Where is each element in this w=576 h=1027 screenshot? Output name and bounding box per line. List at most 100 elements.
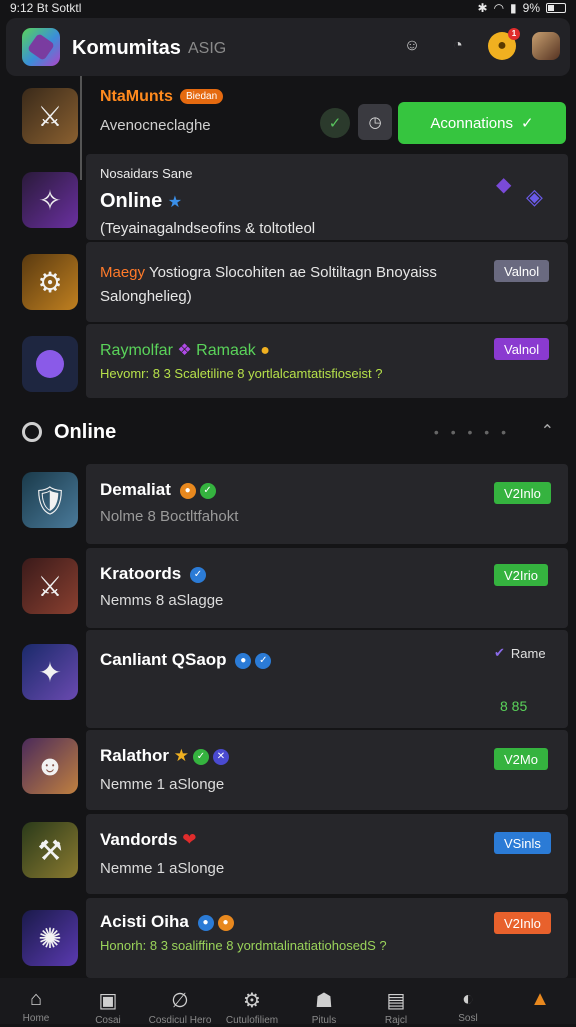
user-6-status: Honorh: 8 3 soaliffine 8 yordmtalinatiat… [100, 938, 387, 953]
item-2-desc-line2: Salonghelieg) [100, 288, 192, 305]
item-2-desc-line1: Maegy Yostiogra Slocohiten ae Soltiltagn… [100, 264, 437, 281]
table-row[interactable]: Ralathor ★ ✓ ✕ Nemme 1 aSlonge V2Mo [86, 730, 568, 810]
user-3-extra: 8 85 [500, 698, 528, 714]
nav-compass[interactable]: ◐ Sosl [432, 978, 504, 1025]
star-icon: ★ [167, 194, 183, 211]
nav-link[interactable]: ∅ Cosdicul Hero [144, 978, 216, 1027]
notification-icon[interactable]: ◔ [444, 32, 472, 60]
table-row[interactable]: Canliant QSaop ● ✓ ✔ Rame 8 85 [86, 630, 568, 728]
online-section-header: Online • • • • • ⌃ [20, 418, 560, 446]
user-2-avatar[interactable]: ⚔ [22, 558, 78, 614]
bottom-nav: ⌂ Home ▣ Cosai ∅ Cosdicul Hero ⚙ Cutulofilie… [0, 978, 576, 1027]
featured-subtitle: Avenocneclaghe [100, 117, 211, 134]
nav-gear[interactable]: ⚙ Cutulofiliem [216, 978, 288, 1027]
check-icon[interactable]: ✓ [320, 108, 350, 138]
user-6-pill[interactable]: V2Inlo [494, 912, 551, 934]
tv-icon: ▣ [98, 990, 118, 1012]
gem-icon: ◆ [496, 174, 512, 196]
list-item[interactable]: Nosaidars Sane Online ★ (Teyainagalndseo… [86, 154, 568, 240]
notif-badge: 1 [508, 28, 520, 40]
user-4-avatar[interactable]: ☻ [22, 738, 78, 794]
user-6-name: Acisti Oiha ● ● [100, 912, 234, 932]
user-4-pill[interactable]: V2Mo [494, 748, 548, 770]
featured-game-icon[interactable]: ⚔ [22, 88, 78, 144]
chevron-icon[interactable]: ⌃ [541, 421, 554, 441]
table-row[interactable]: Kratoords ✓ Nemms 8 aSlagge V2Irio [86, 548, 568, 628]
heart-icon: ❖ [177, 342, 192, 359]
user-5-pill[interactable]: VSinls [494, 832, 551, 854]
accept-button[interactable]: Aconnations ✓ [398, 102, 566, 144]
user-4-status: Nemme 1 aSlonge [100, 776, 225, 793]
featured-badge: Biedan [180, 89, 224, 104]
search-icon [22, 422, 42, 442]
table-row[interactable]: Demaliat ● ✓ Nolme 8 Boctltfahokt V2Inlo [86, 464, 568, 544]
status-icons: ✱ ◠ ▮ 9% [477, 0, 566, 16]
link-icon: ∅ [171, 990, 189, 1012]
user-2-name: Kratoords ✓ [100, 564, 206, 584]
status-bar: 9:12 Bt Sotktl ✱ ◠ ▮ 9% [0, 0, 576, 16]
bluetooth-icon: ✱ [477, 1, 488, 15]
item-2-pill[interactable]: Valnol [494, 260, 550, 282]
triangle-icon: ▲ [530, 988, 550, 1010]
accept-button-label: Aconnations [430, 114, 513, 132]
timer-icon[interactable]: ◷ [358, 104, 392, 140]
battery-text: 9% [522, 1, 540, 15]
featured-title: NtaMunts [100, 88, 173, 105]
nav-home[interactable]: ⌂ Home [0, 978, 72, 1025]
more-dots[interactable]: • • • • • [434, 424, 510, 440]
gear-icon: ⚙ [243, 990, 261, 1012]
user-3-pill[interactable]: ✔ Rame [484, 642, 556, 664]
item-1-title: Online ★ [100, 190, 183, 212]
diamond-icon: ◈ [526, 184, 543, 209]
item-3-game-icon[interactable] [22, 336, 78, 392]
battery-icon [546, 3, 566, 13]
user-1-name: Demaliat ● ✓ [100, 480, 216, 500]
item-3-pill[interactable]: Valnol [494, 338, 550, 360]
nav-triangle[interactable]: ▲ [504, 978, 576, 1025]
check-badge-icon: ✔ [494, 645, 505, 660]
table-row[interactable]: Acisti Oiha ● ● Honorh: 8 3 soaliffine 8 … [86, 898, 568, 978]
table-row[interactable]: Vandords ❤ Nemme 1 aSlonge VSinls [86, 814, 568, 894]
checkmark-icon: ✓ [520, 115, 534, 132]
user-1-status: Nolme 8 Boctltfahokt [100, 508, 239, 525]
user-4-name: Ralathor ★ ✓ ✕ [100, 746, 229, 766]
compass-icon: ◐ [461, 988, 475, 1010]
coin-icon[interactable]: ● 1 [488, 28, 520, 60]
user-3-avatar[interactable]: ✦ [22, 644, 78, 700]
item-3-desc: Hevomr: 8 3 Scaletiline 8 yortlalcamtati… [100, 366, 383, 381]
user-1-pill[interactable]: V2Inlo [494, 482, 551, 504]
timeline-divider [80, 76, 82, 180]
avatar[interactable] [532, 32, 560, 60]
status-time: 9:12 Bt Sotktl [10, 1, 82, 15]
item-2-game-icon[interactable]: ⚙ [22, 254, 78, 310]
people-icon: ☗ [315, 990, 333, 1012]
section-title: Online [54, 421, 117, 443]
list-item[interactable]: Maegy Yostiogra Slocohiten ae Soltiltagn… [86, 242, 568, 322]
message-icon: ▤ [386, 990, 406, 1012]
app-logo [22, 28, 60, 66]
home-icon: ⌂ [29, 988, 43, 1010]
item-3-title: Raymolfar ❖ Ramaak ● [100, 342, 270, 359]
user-5-avatar[interactable]: ⚒ [22, 822, 78, 878]
user-6-avatar[interactable]: ✺ [22, 910, 78, 966]
nav-tv[interactable]: ▣ Cosai [72, 978, 144, 1027]
page-subtitle: ASIG [188, 40, 227, 57]
nav-people[interactable]: ☗ Pituls [288, 978, 360, 1027]
item-1-label: Nosaidars Sane [100, 166, 193, 181]
item-1-game-icon[interactable]: ✧ [22, 172, 78, 228]
wifi-icon: ◠ [493, 1, 505, 15]
medal-icon: ● [260, 342, 270, 359]
chat-icon[interactable]: ☺ [398, 32, 426, 60]
user-5-status: Nemme 1 aSlonge [100, 860, 225, 877]
list-item[interactable]: Raymolfar ❖ Ramaak ● Hevomr: 8 3 Scaleti… [86, 324, 568, 398]
page-title: Komumitas [72, 37, 181, 59]
nav-message[interactable]: ▤ Rajcl [360, 978, 432, 1027]
signal-icon: ▮ [510, 1, 517, 15]
user-2-pill[interactable]: V2Irio [494, 564, 548, 586]
user-3-name: Canliant QSaop ● ✓ [100, 650, 272, 670]
user-2-status: Nemms 8 aSlagge [100, 592, 224, 609]
app-header: Komumitas ASIG ☺ ◔ ● 1 [6, 18, 570, 76]
user-5-name: Vandords ❤ [100, 830, 197, 849]
user-1-avatar[interactable]: 🛡 [22, 472, 78, 528]
item-1-desc: (Teyainagalndseofins & toltotleol [100, 220, 316, 237]
